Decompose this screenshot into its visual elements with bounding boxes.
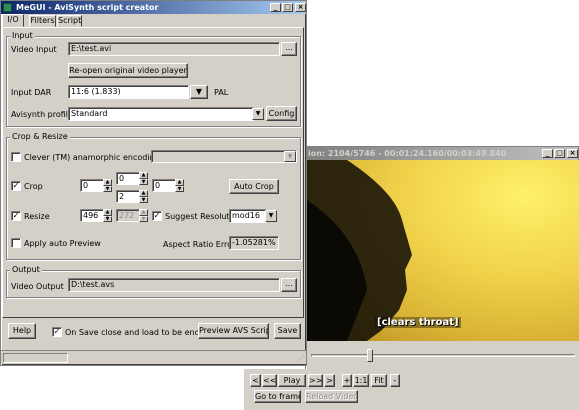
status-panel: [3, 353, 68, 363]
suggest-resolution-checkbox[interactable]: ✓: [152, 211, 162, 221]
fast-forward-button[interactable]: >>: [308, 374, 323, 387]
video-output-field[interactable]: D:\test.avs: [68, 278, 280, 292]
triangle-down-icon: ▼: [195, 87, 203, 96]
go-to-frame-button[interactable]: Go to frame: [254, 390, 301, 403]
prev-frame-button[interactable]: <: [250, 374, 261, 387]
resize-checkbox[interactable]: ✓: [11, 211, 21, 221]
resize-label: Resize: [24, 212, 50, 221]
mod-select[interactable]: mod16: [229, 209, 267, 223]
crop-right-spinner[interactable]: ▲ ▼: [175, 179, 184, 192]
apply-auto-preview-checkbox[interactable]: [11, 238, 21, 248]
video-output-label: Video Output: [11, 282, 64, 291]
config-button[interactable]: Config: [266, 106, 297, 121]
minimize-icon[interactable]: _: [542, 149, 553, 158]
minimize-icon[interactable]: _: [270, 3, 281, 12]
input-dar-select[interactable]: 11:6 (1.833): [68, 85, 189, 99]
close-icon[interactable]: ×: [567, 149, 578, 158]
video-input-label: Video Input: [11, 45, 57, 54]
aspect-ratio-error-field: -1.05281%: [229, 236, 279, 250]
anamorphic-mode-select: [151, 150, 297, 163]
crop-checkbox[interactable]: ✓: [11, 181, 21, 191]
resize-height-input: 272: [116, 209, 140, 222]
apply-auto-preview-label: Apply auto Preview: [24, 239, 101, 248]
crop-resize-group-label: Crop & Resize: [10, 132, 70, 141]
avisynth-profile-label: Avisynth profile: [11, 110, 73, 119]
avisynth-profile-dropdown[interactable]: ▼: [252, 108, 264, 120]
aspect-ratio-error-label: Aspect Ratio Error: [163, 240, 236, 249]
maximize-icon[interactable]: □: [282, 3, 293, 12]
video-input-browse-button[interactable]: ...: [281, 42, 297, 56]
rewind-button[interactable]: <<: [262, 374, 277, 387]
avisynth-profile-select[interactable]: Standard: [68, 107, 254, 121]
crop-left-spinner[interactable]: ▲ ▼: [103, 179, 112, 192]
chevron-down-icon: ▼: [255, 110, 261, 117]
video-frame: [clears throat]: [307, 160, 579, 341]
tab-io[interactable]: I/O: [2, 14, 24, 27]
crop-left-input[interactable]: 0: [80, 179, 104, 192]
video-input-field[interactable]: E:\test.avi: [68, 42, 280, 56]
close-icon[interactable]: ×: [295, 3, 306, 12]
input-group-label: Input: [10, 31, 35, 40]
crop-bottom-input[interactable]: 2: [116, 190, 140, 203]
preview-title-text: ion: 2104/5746 - 00:01:24.160/00:03:49.8…: [308, 149, 507, 158]
subtitle-text: [clears throat]: [375, 317, 461, 328]
resize-height-spinner: ▲ ▼: [139, 209, 148, 222]
resize-width-input[interactable]: 496: [80, 209, 104, 222]
pal-label: PAL: [214, 88, 229, 97]
video-output-browse-button[interactable]: ...: [281, 278, 297, 292]
fit-button[interactable]: Fit: [371, 374, 387, 387]
maximize-icon[interactable]: □: [554, 149, 565, 158]
save-button[interactable]: Save: [274, 323, 301, 339]
tab-filters[interactable]: Filters: [29, 15, 56, 27]
anamorphic-dropdown-icon: ▼: [284, 151, 296, 162]
crop-bottom-spinner[interactable]: ▲ ▼: [139, 190, 148, 203]
status-bar: ⋰: [1, 350, 306, 364]
mod-dropdown-icon[interactable]: ▼: [265, 210, 277, 222]
seek-thumb[interactable]: [367, 349, 373, 362]
on-save-close-label: On Save close and load to be encoded: [65, 328, 219, 337]
on-save-close-checkbox[interactable]: ✓: [52, 327, 62, 337]
zoom-out-button[interactable]: -: [390, 374, 400, 387]
seek-track[interactable]: [311, 354, 575, 357]
next-frame-button[interactable]: >: [324, 374, 335, 387]
clever-anamorphic-label: Clever (TM) anamorphic encoding:: [24, 153, 163, 162]
resize-width-spinner[interactable]: ▲ ▼: [103, 209, 112, 222]
preview-title-bar[interactable]: ion: 2104/5746 - 00:01:24.160/00:03:49.8…: [306, 147, 578, 160]
tab-script[interactable]: Script: [57, 15, 82, 27]
seek-bar-area: [307, 341, 579, 369]
output-group-label: Output: [10, 265, 42, 274]
megui-title-bar[interactable]: MeGUI - AviSynth script creator: [1, 1, 306, 14]
reopen-video-player-button[interactable]: Re-open original video player: [68, 63, 188, 78]
crop-right-input[interactable]: 0: [152, 179, 176, 192]
tab-strip: I/O Filters Script: [2, 14, 305, 27]
preview-controls: < << Play >> > + 1:1 Fit - Go to frame R…: [244, 369, 579, 410]
zoom-1-1-button[interactable]: 1:1: [353, 374, 369, 387]
input-dar-dropdown-button[interactable]: ▼: [190, 85, 208, 99]
zoom-in-button[interactable]: +: [342, 374, 352, 387]
crop-label: Crop: [24, 182, 43, 191]
crop-top-input[interactable]: 0: [116, 172, 140, 185]
reload-video-button: Reload Video: [305, 390, 358, 403]
speaker-silhouette: [307, 160, 412, 341]
preview-avs-script-button[interactable]: Preview AVS Script: [198, 323, 269, 339]
input-dar-label: Input DAR: [11, 88, 52, 97]
help-button[interactable]: Help: [8, 323, 36, 339]
clever-anamorphic-checkbox[interactable]: [11, 152, 21, 162]
app-icon: [3, 3, 12, 12]
megui-title-text: MeGUI - AviSynth script creator: [16, 3, 159, 12]
auto-crop-button[interactable]: Auto Crop: [229, 179, 279, 194]
resize-grip-icon[interactable]: ⋰: [297, 355, 304, 363]
play-button[interactable]: Play: [278, 374, 306, 387]
crop-top-spinner[interactable]: ▲ ▼: [139, 172, 148, 185]
